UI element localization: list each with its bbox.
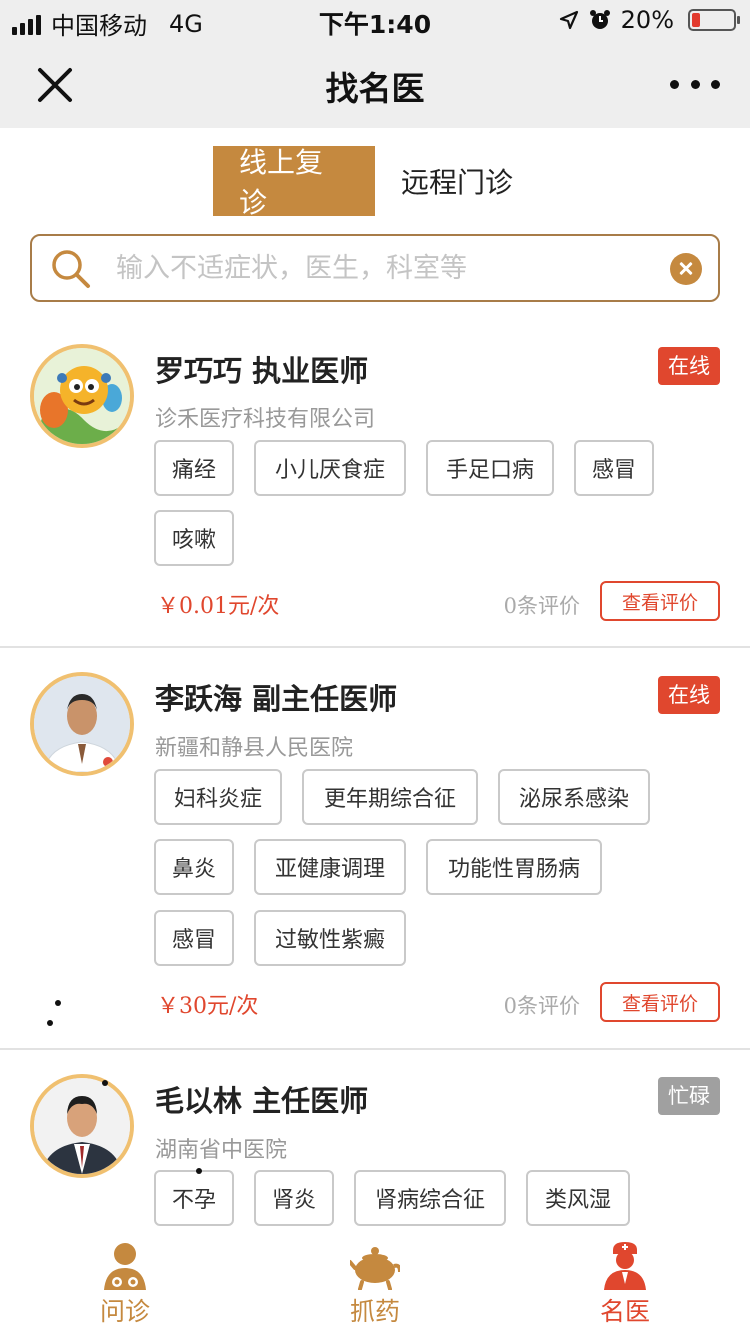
- specialty-tag: 肾病综合征: [354, 1170, 506, 1226]
- doctor-icon: [604, 1242, 646, 1290]
- view-reviews-button[interactable]: 查看评价: [600, 581, 720, 621]
- stray-dot: [47, 1020, 53, 1026]
- search-box: [30, 234, 720, 302]
- status-badge: 在线: [658, 347, 720, 385]
- doctor-photo: [34, 676, 130, 772]
- doctor-name: 毛以林 主任医师: [155, 1084, 369, 1118]
- doctor-name: 李跃海 副主任医师: [155, 682, 398, 716]
- view-reviews-button[interactable]: 查看评价: [600, 982, 720, 1022]
- doctor-hospital: 诊禾医疗科技有限公司: [155, 407, 376, 432]
- doctor-hospital: 湖南省中医院: [155, 1138, 288, 1163]
- consult-price: ￥30元/次: [157, 994, 259, 1019]
- stray-dot: [196, 1168, 202, 1174]
- doctor-card[interactable]: 李跃海 副主任医师 在线 新疆和静县人民医院 妇科炎症 更年期综合征 泌尿系感染…: [0, 648, 750, 1050]
- bottom-tab-consult[interactable]: 问诊: [0, 1230, 250, 1334]
- clear-search-button[interactable]: [670, 253, 702, 285]
- bottom-tab-label: 问诊: [99, 1297, 150, 1326]
- specialty-tag: 功能性胃肠病: [426, 839, 602, 895]
- specialty-tag: 痛经: [154, 440, 234, 496]
- location-icon: [559, 10, 578, 30]
- doctor-hospital: 新疆和静县人民医院: [155, 736, 354, 761]
- battery-percent: 20%: [620, 6, 674, 34]
- herbal-medicine-icon: [350, 1247, 400, 1290]
- specialty-tag: 泌尿系感染: [498, 769, 650, 825]
- specialty-tag: 妇科炎症: [154, 769, 282, 825]
- status-bar: 中国移动 4G 下午1:40 20%: [0, 0, 750, 40]
- doctor-photo: [34, 1078, 130, 1174]
- consult-icon: [104, 1243, 146, 1290]
- doctor-name: 罗巧巧 执业医师: [155, 354, 369, 388]
- doctor-avatar: [30, 672, 134, 776]
- alarm-icon: [589, 10, 610, 29]
- bottom-tab-bar: 问诊 抓药 名医: [0, 1230, 750, 1334]
- doctor-card[interactable]: 罗巧巧 执业医师 在线 诊禾医疗科技有限公司 痛经 小儿厌食症 手足口病 感冒 …: [0, 320, 750, 648]
- cartoon-mascot-avatar: [34, 348, 130, 444]
- more-button[interactable]: [670, 62, 720, 106]
- specialty-tag: 不孕: [154, 1170, 234, 1226]
- stray-dot: [55, 1000, 61, 1006]
- stray-dot: [102, 1080, 108, 1086]
- doctor-avatar: [30, 1074, 134, 1178]
- search-icon: [52, 250, 90, 288]
- specialty-tag: 感冒: [154, 910, 234, 966]
- more-dot-icon: [670, 79, 679, 89]
- tab-online-revisit[interactable]: 线上复诊: [213, 146, 375, 219]
- specialty-tag: 感冒: [574, 440, 654, 496]
- doctor-avatar: [30, 344, 134, 448]
- specialty-tag: 类风湿: [526, 1170, 630, 1226]
- specialty-tag: 亚健康调理: [254, 839, 406, 895]
- search-input[interactable]: [116, 246, 656, 290]
- specialty-tag: 小儿厌食症: [254, 440, 406, 496]
- bottom-tab-famous-doctor[interactable]: 名医: [500, 1230, 750, 1334]
- specialty-tag: 肾炎: [254, 1170, 334, 1226]
- specialty-tag: 鼻炎: [154, 839, 234, 895]
- specialty-tag: 更年期综合征: [302, 769, 478, 825]
- bottom-tab-label: 抓药: [349, 1297, 400, 1326]
- consult-type-tabs: 线上复诊 远程门诊: [213, 146, 539, 219]
- specialty-tag: 过敏性紫癜: [254, 910, 406, 966]
- consult-price: ￥0.01元/次: [157, 594, 280, 619]
- battery-icon: [688, 9, 740, 31]
- tab-remote-clinic[interactable]: 远程门诊: [375, 146, 539, 216]
- bottom-tab-medicine[interactable]: 抓药: [250, 1230, 500, 1334]
- review-count: 0条评价: [503, 594, 580, 618]
- nav-bar: 找名医: [0, 40, 750, 128]
- bottom-tab-label: 名医: [599, 1297, 650, 1326]
- status-badge: 忙碌: [658, 1077, 720, 1115]
- specialty-tag: 手足口病: [426, 440, 554, 496]
- specialty-tag: 咳嗽: [154, 510, 234, 566]
- status-badge: 在线: [658, 676, 720, 714]
- review-count: 0条评价: [503, 994, 580, 1018]
- doctor-card[interactable]: 毛以林 主任医师 忙碌 湖南省中医院 不孕 肾炎 肾病综合征 类风湿: [0, 1050, 750, 1230]
- more-dot-icon: [690, 79, 700, 89]
- page-title: 找名医: [325, 69, 425, 108]
- more-dot-icon: [711, 79, 720, 89]
